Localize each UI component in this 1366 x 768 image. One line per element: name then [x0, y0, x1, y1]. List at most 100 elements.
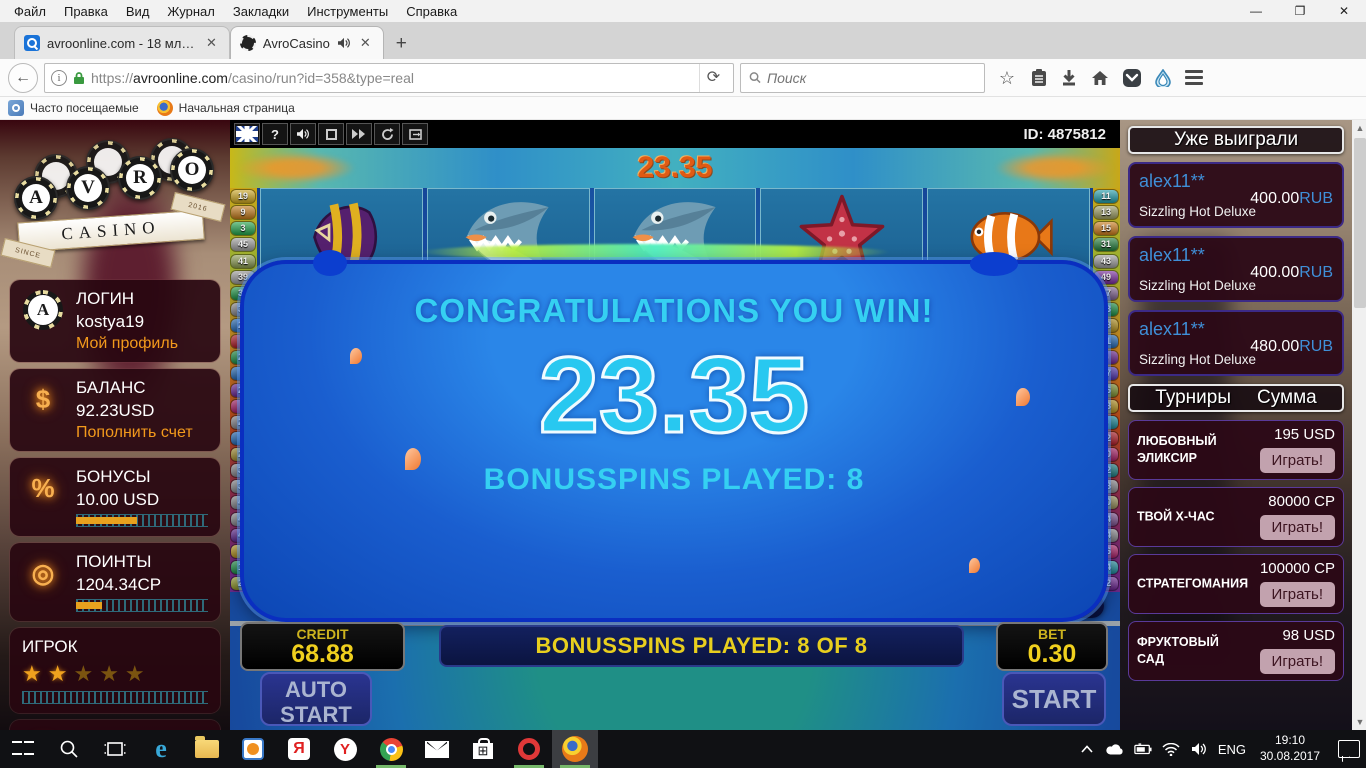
- task-view-icon[interactable]: [92, 730, 138, 768]
- mail-icon[interactable]: [414, 730, 460, 768]
- menu-help[interactable]: Справка: [398, 2, 465, 21]
- action-center-icon[interactable]: [1338, 740, 1360, 758]
- start-button[interactable]: [0, 730, 46, 768]
- onedrive-cloud-icon[interactable]: [1106, 741, 1124, 757]
- stop-icon[interactable]: [318, 123, 344, 145]
- start-button[interactable]: START: [1002, 672, 1106, 726]
- edge-icon[interactable]: e: [138, 730, 184, 768]
- menu-bookmarks[interactable]: Закладки: [225, 2, 297, 21]
- bookmark-frequent[interactable]: Часто посещаемые: [8, 100, 139, 116]
- scroll-up-icon[interactable]: ▲: [1352, 120, 1366, 136]
- back-button[interactable]: ←: [8, 62, 38, 93]
- chrome-icon[interactable]: [368, 730, 414, 768]
- language-indicator[interactable]: ENG: [1218, 742, 1246, 757]
- tab-avrocasino[interactable]: AvroCasino ✕: [229, 26, 384, 59]
- toolbar-icons: ☆: [991, 68, 1209, 88]
- windows-taskbar: e Я Y ENG 19:10 30.08.2017: [0, 730, 1366, 768]
- reload-icon[interactable]: ⟳: [699, 63, 727, 92]
- winner-name: alex11**: [1139, 319, 1205, 339]
- file-explorer-icon[interactable]: [184, 730, 230, 768]
- url-text[interactable]: https://avroonline.com/casino/run?id=358…: [91, 70, 693, 86]
- points-title: ПОИНТЫ: [76, 552, 152, 571]
- menu-tools[interactable]: Инструменты: [299, 2, 396, 21]
- yandex-browser-icon[interactable]: Y: [322, 730, 368, 768]
- auto-start-button[interactable]: AUTO START: [260, 672, 372, 727]
- tray-chevron-icon[interactable]: [1078, 741, 1096, 757]
- payline-badge-43: 43: [1094, 254, 1118, 268]
- splash-droplet: [350, 348, 362, 364]
- payline-badge-11: 11: [1094, 190, 1118, 203]
- volume-icon[interactable]: [1190, 741, 1208, 757]
- game-toolbar: ? ID: 4875812: [230, 120, 1120, 148]
- help-icon[interactable]: ?: [262, 123, 288, 145]
- scroll-down-icon[interactable]: ▼: [1352, 714, 1366, 730]
- play-button[interactable]: Играть!: [1259, 649, 1335, 674]
- play-button[interactable]: Играть!: [1259, 448, 1335, 473]
- home-icon[interactable]: [1091, 70, 1109, 86]
- bookmark-star-icon[interactable]: ☆: [997, 68, 1017, 88]
- tournament-name: ТВОЙ Х-ЧАС: [1137, 509, 1215, 524]
- pocket-icon[interactable]: [1123, 68, 1141, 87]
- firefox-taskbar-icon[interactable]: [552, 730, 598, 768]
- menu-history[interactable]: Журнал: [159, 2, 222, 21]
- menu-view[interactable]: Вид: [118, 2, 158, 21]
- reading-list-icon[interactable]: [1031, 68, 1047, 87]
- tab-sum[interactable]: Сумма: [1257, 387, 1317, 409]
- fullscreen-icon[interactable]: [402, 123, 428, 145]
- sound-icon[interactable]: [290, 123, 316, 145]
- opera-icon[interactable]: [506, 730, 552, 768]
- tab-search-results[interactable]: avroonline.com - 18 млн ре ✕: [14, 26, 230, 59]
- bookmark-label: Начальная страница: [178, 101, 295, 115]
- close-button[interactable]: ✕: [1322, 0, 1366, 22]
- bookmark-home-page[interactable]: Начальная страница: [156, 100, 295, 116]
- wifi-icon[interactable]: [1162, 741, 1180, 757]
- my-profile-link[interactable]: Мой профиль: [76, 335, 178, 353]
- taskbar-search-icon[interactable]: [46, 730, 92, 768]
- minimize-button[interactable]: —: [1234, 0, 1278, 22]
- media-player-icon[interactable]: [230, 730, 276, 768]
- search-icon: [749, 72, 761, 84]
- new-tab-button[interactable]: +: [384, 33, 419, 59]
- payline-badge-19: 19: [231, 190, 255, 203]
- reload-game-icon[interactable]: [374, 123, 400, 145]
- tab-close-icon[interactable]: ✕: [358, 35, 373, 51]
- tab-tournaments[interactable]: Турниры: [1155, 387, 1231, 409]
- bonus-title: БОНУСЫ: [76, 467, 151, 486]
- https-lock-icon[interactable]: [73, 71, 85, 85]
- play-button[interactable]: Играть!: [1259, 515, 1335, 540]
- maximize-button[interactable]: ❐: [1278, 0, 1322, 22]
- search-box[interactable]: [740, 62, 985, 93]
- page-info-icon[interactable]: i: [51, 69, 67, 86]
- credit-display: CREDIT 68.88: [240, 621, 405, 671]
- fast-forward-icon[interactable]: [346, 123, 372, 145]
- game-screen: 23.35 1993454139373527123825724229363840…: [230, 148, 1120, 730]
- scrollbar-thumb[interactable]: [1354, 138, 1366, 308]
- tournament-name: СТРАТЕГОМАНИЯ: [1137, 576, 1249, 591]
- tournament-prize: 100000 CP: [1259, 560, 1335, 577]
- username: kostya19: [76, 312, 145, 331]
- language-flag-icon[interactable]: [234, 123, 260, 145]
- play-button[interactable]: Играть!: [1259, 582, 1335, 607]
- menu-edit[interactable]: Правка: [56, 2, 116, 21]
- search-input[interactable]: [766, 69, 976, 86]
- page-scrollbar[interactable]: ▲ ▼: [1352, 120, 1366, 730]
- battery-icon[interactable]: [1134, 741, 1152, 757]
- store-icon[interactable]: [460, 730, 506, 768]
- tab-close-icon[interactable]: ✕: [204, 35, 219, 51]
- tournament-prize: 98 USD: [1282, 627, 1335, 644]
- downloads-icon[interactable]: [1061, 69, 1077, 86]
- percent-icon: %: [31, 472, 55, 503]
- balance-value: 92.23USD: [76, 401, 155, 420]
- addon-drop-icon[interactable]: [1155, 68, 1171, 87]
- coins-icon: ◎: [31, 557, 55, 588]
- tab-audio-icon[interactable]: [337, 37, 351, 49]
- tournament-card: ТВОЙ Х-ЧАС 80000 CP Играть!: [1128, 487, 1344, 547]
- clock[interactable]: 19:10 30.08.2017: [1256, 733, 1324, 764]
- address-bar[interactable]: i https://avroonline.com/casino/run?id=3…: [44, 62, 734, 93]
- cashier-panel[interactable]: ◎ КАССА: [10, 720, 220, 730]
- yandex-icon[interactable]: Я: [276, 730, 322, 768]
- menu-hamburger-icon[interactable]: [1185, 70, 1203, 85]
- menu-file[interactable]: Файл: [6, 2, 54, 21]
- top-up-link[interactable]: Пополнить счет: [76, 424, 193, 442]
- winners-header: Уже выиграли: [1128, 126, 1344, 154]
